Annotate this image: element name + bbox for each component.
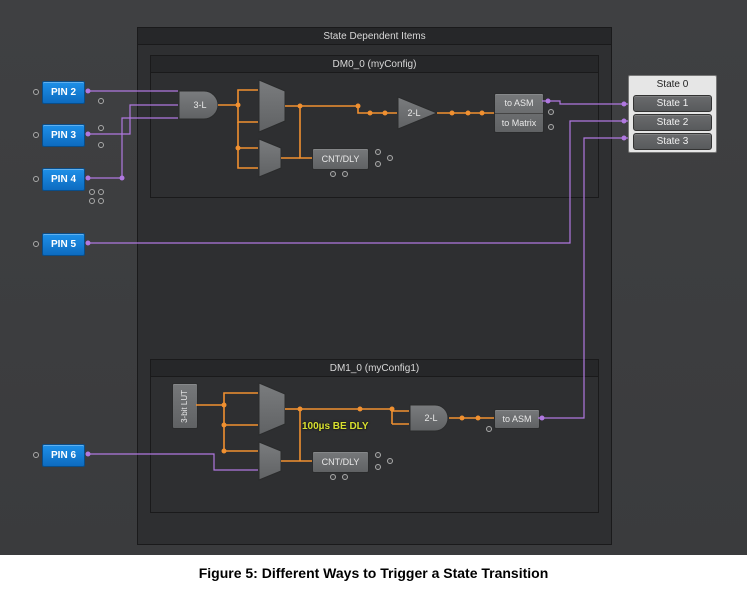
pin4-port-b1 <box>89 189 95 195</box>
dm1-title: DM1_0 (myConfig1) <box>151 360 598 377</box>
cntdly1-port-r2 <box>375 464 381 470</box>
state-3-button[interactable]: State 3 <box>633 133 712 150</box>
cnt-dly-label-dm1: CNT/DLY <box>322 457 360 467</box>
dm0-title: DM0_0 (myConfig) <box>151 56 598 73</box>
lut-3bit-label: 3-bit LUT <box>181 390 189 423</box>
pin-4[interactable]: PIN 4 <box>42 168 85 191</box>
cnt-dly-block-dm1[interactable]: CNT/DLY <box>312 451 369 473</box>
gate-3l-and[interactable]: 3-L <box>178 90 222 120</box>
cntdly1-port-b1 <box>330 474 336 480</box>
pin3-port-left <box>33 132 39 138</box>
pin4-port-b3 <box>89 198 95 204</box>
cntdly0-port-r3 <box>387 155 393 161</box>
diagram-canvas: State Dependent Items DM0_0 (myConfig) D… <box>0 0 747 555</box>
pin2-port-left <box>33 89 39 95</box>
cntdly1-port-b2 <box>342 474 348 480</box>
mux-dm1-top[interactable] <box>258 382 286 436</box>
pin4-port-b2 <box>98 189 104 195</box>
state-2-button[interactable]: State 2 <box>633 114 712 131</box>
state-dependent-title: State Dependent Items <box>138 28 611 45</box>
pin6-port-left <box>33 452 39 458</box>
cntdly0-port-b2 <box>342 171 348 177</box>
mux-dm1-bottom[interactable] <box>258 441 282 481</box>
pin2-port-tr2 <box>98 98 104 104</box>
asmmx-port-bot <box>548 124 554 130</box>
cntdly1-port-r3 <box>387 458 393 464</box>
toasm1-port-bl <box>486 426 492 432</box>
lut-3bit-block[interactable]: 3-bit LUT <box>172 383 198 429</box>
pin3-port-tr2 <box>98 142 104 148</box>
pin5-port-left <box>33 241 39 247</box>
state-header: State 0 <box>629 76 716 93</box>
state-panel: State 0 State 1 State 2 State 3 <box>628 75 717 153</box>
pin-2[interactable]: PIN 2 <box>42 81 85 104</box>
to-asm-matrix-block[interactable]: to ASM to Matrix <box>494 93 544 133</box>
pin-3[interactable]: PIN 3 <box>42 124 85 147</box>
cnt-dly-block-dm0[interactable]: CNT/DLY <box>312 148 369 170</box>
cntdly0-port-b1 <box>330 171 336 177</box>
cntdly0-port-r2 <box>375 161 381 167</box>
pin4-port-b4 <box>98 198 104 204</box>
mux-dm0-bottom[interactable] <box>258 138 282 178</box>
to-matrix-label: to Matrix <box>495 114 543 133</box>
cntdly0-port-r1 <box>375 149 381 155</box>
pin4-port-left <box>33 176 39 182</box>
pin-5[interactable]: PIN 5 <box>42 233 85 256</box>
gate-2l-and[interactable]: 2-L <box>409 404 453 432</box>
asmmx-port-mid <box>548 109 554 115</box>
state-1-button[interactable]: State 1 <box>633 95 712 112</box>
pin-6[interactable]: PIN 6 <box>42 444 85 467</box>
buffer-2l-dm0[interactable]: 2-L <box>397 96 439 130</box>
to-asm-label: to ASM <box>495 94 543 114</box>
to-asm-block-dm1[interactable]: to ASM <box>494 409 540 429</box>
to-asm-label-dm1: to ASM <box>502 414 531 424</box>
pin3-port-tr1 <box>98 125 104 131</box>
cntdly1-port-r1 <box>375 452 381 458</box>
mux-dm0-top[interactable] <box>258 79 286 133</box>
dm1-panel: DM1_0 (myConfig1) <box>150 359 599 513</box>
delay-annotation: 100µs BE DLY <box>302 421 369 432</box>
cnt-dly-label: CNT/DLY <box>322 154 360 164</box>
figure-caption: Figure 5: Different Ways to Trigger a St… <box>0 555 747 599</box>
